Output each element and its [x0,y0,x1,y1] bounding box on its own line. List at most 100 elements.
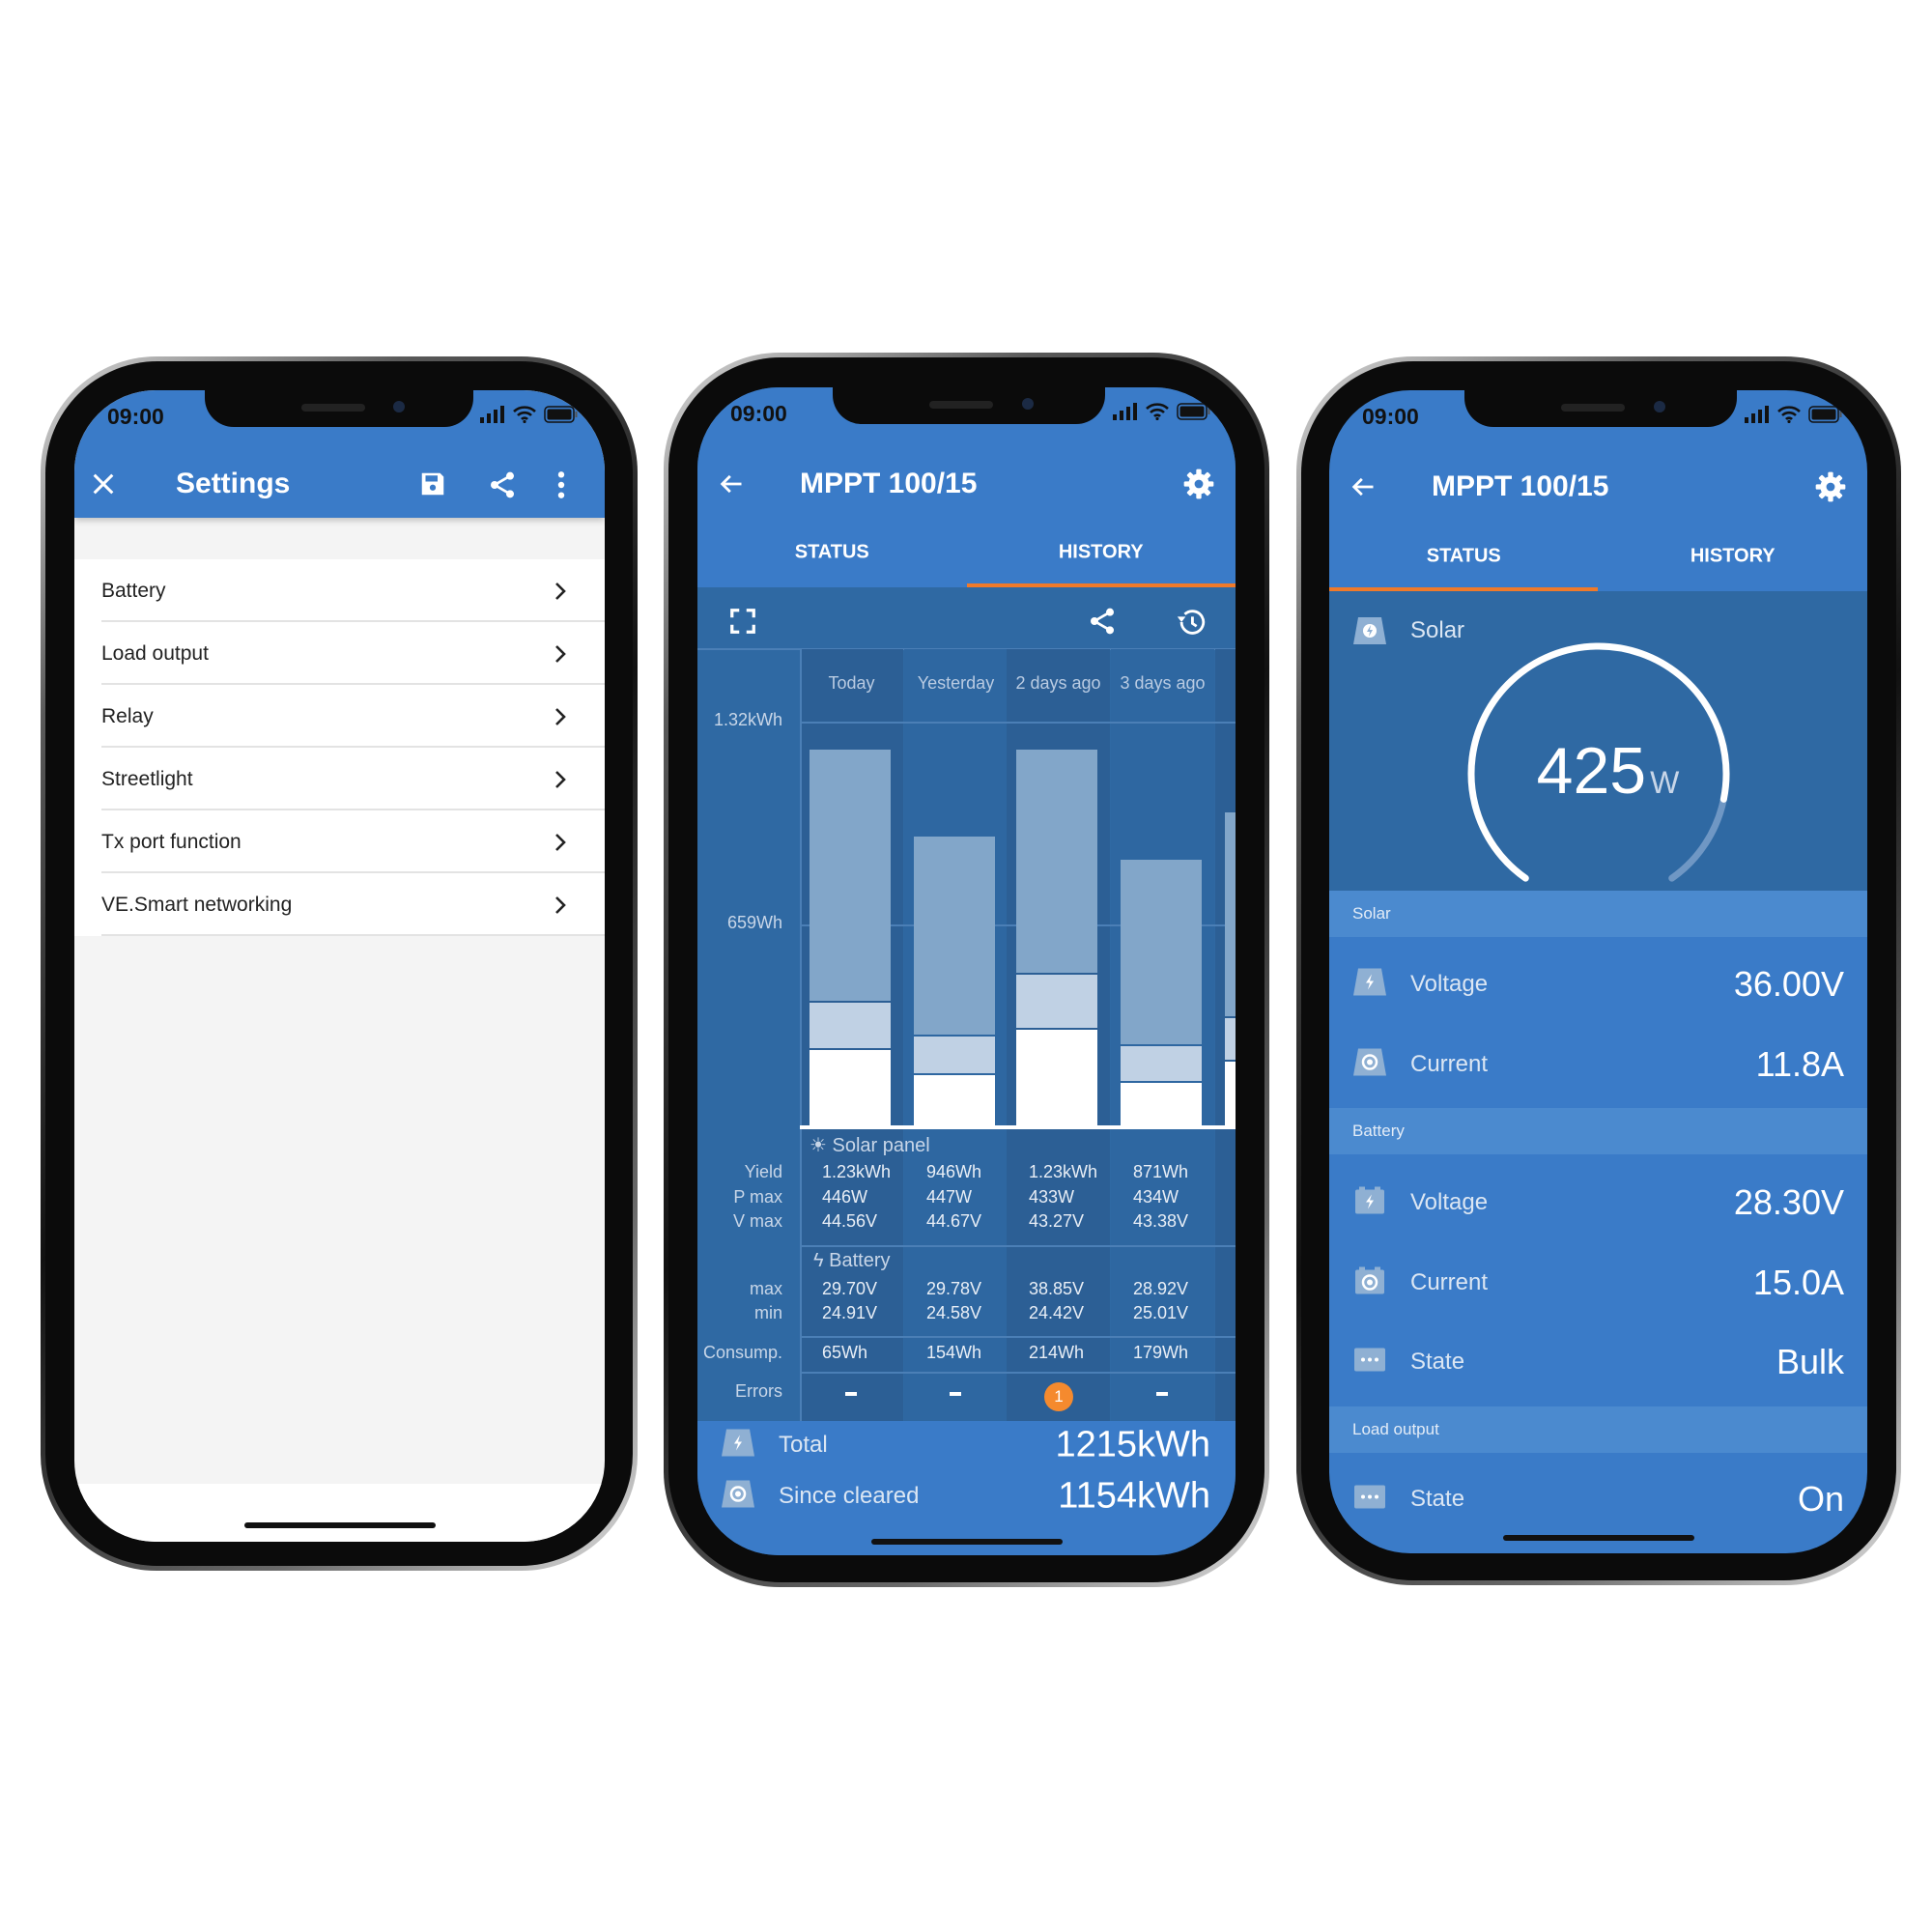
battery-bolt-icon [1352,1186,1387,1220]
tab-status[interactable]: STATUS [1329,546,1599,568]
chevron-right-icon [555,833,566,851]
x-category-label: 4 [1215,673,1236,694]
x-category-label: 3 days ago [1120,673,1206,693]
table-cell: 24.42V [1029,1303,1085,1322]
total-value: 1154kWh [1058,1475,1210,1517]
bar-segment[interactable] [1016,1030,1097,1125]
error-count: 1 [1054,1387,1064,1406]
bar-segment[interactable] [810,1003,891,1049]
table-divider [800,1336,1236,1338]
table-cell: 179Wh [1133,1343,1189,1362]
row-label: Consump. [702,1343,782,1362]
bar-segment[interactable] [810,1050,891,1125]
table-divider [800,1245,1236,1247]
bolt-icon [721,1429,755,1463]
chevron-right-icon [555,770,566,788]
settings-item-label: Relay [101,704,154,727]
status-row-label: Voltage [1410,971,1489,997]
status-icons [480,406,579,423]
signal-icon [480,406,504,423]
bar-segment[interactable] [914,837,995,1035]
table-cell: 1.23kWh [822,1162,892,1181]
wifi-icon [513,406,536,423]
bar-segment[interactable] [1225,1061,1236,1125]
settings-screen: 09:00 Settings Battery Load output Relay St… [74,390,605,1542]
status-time: 09:00 [1362,404,1419,429]
status-row-label: Current [1410,1269,1489,1295]
bar-segment[interactable] [1121,1082,1202,1125]
home-indicator[interactable] [1502,1535,1694,1541]
table-cell: 434W [1133,1187,1179,1207]
home-indicator[interactable] [243,1522,436,1528]
no-error-dash [845,1392,857,1396]
section-header: Solar [1329,891,1867,937]
battery-heading: ϟ Battery [813,1250,891,1272]
history-chart: 659Wh 1.32kWh Today Yesterday 2 days ago 3 da… [697,387,1236,1555]
settings-item[interactable]: Battery [74,559,605,622]
settings-gear-icon[interactable] [1815,471,1846,502]
status-row-label: State [1410,1349,1465,1375]
more-options-icon[interactable] [555,469,567,500]
settings-item-label: Tx port function [101,830,242,853]
table-cell: 43.27V [1029,1211,1085,1231]
battery-target-icon [1352,1266,1387,1300]
status-row-value: Bulk [1776,1342,1844,1381]
bar-segment[interactable] [1225,812,1236,1017]
row-label: Yield [744,1162,782,1181]
battery-status-icon [1808,406,1842,423]
solar-title: Solar [1410,617,1465,643]
settings-item[interactable]: Load output [74,622,605,685]
bar-segment[interactable] [1225,1018,1236,1060]
status-screen: 09:00 MPPT 100/15 STATUS HISTORY Solar 4… [1329,390,1867,1553]
section-header: Battery [1329,1108,1867,1154]
chevron-right-icon [555,644,566,663]
bar-segment[interactable] [1121,1046,1202,1081]
x-category-label: Today [828,673,875,693]
sun-icon: ☀ [810,1135,827,1156]
bar-segment[interactable] [1016,749,1097,974]
status-row-value: On [1797,1479,1844,1519]
table-cell: 44.67V [926,1211,982,1231]
gauge-unit: W [1650,765,1680,800]
status-icons [1745,406,1843,423]
y-tick-label: 1.32kWh [713,710,782,729]
status-row-label: Current [1410,1051,1489,1077]
home-indicator[interactable] [870,1539,1063,1545]
status-row-label: State [1410,1486,1465,1512]
settings-item[interactable]: Relay [74,685,605,748]
table-cell: 29.78V [926,1279,982,1298]
table-cell: 154Wh [926,1343,982,1362]
status-row-value: 28.30V [1733,1182,1844,1222]
back-arrow-icon[interactable] [1349,473,1378,500]
bar-segment[interactable] [1016,975,1097,1029]
y-tick-label: 659Wh [726,913,782,933]
chart-axis-divider [800,649,802,1421]
settings-item[interactable]: VE.Smart networking [74,873,605,936]
table-cell: 24.91V [822,1303,878,1322]
total-value: 1215kWh [1055,1424,1210,1465]
table-cell: 65Wh [822,1343,868,1362]
wifi-icon [1777,406,1801,423]
status-row-value: 36.00V [1733,964,1844,1004]
row-label: max [749,1279,782,1298]
battery-title: Battery [829,1250,891,1271]
settings-item[interactable]: Tx port function [74,810,605,873]
table-cell: 38.85V [1029,1279,1085,1298]
x-category-label: Yesterday [917,673,995,693]
table-cell: 24.58V [926,1303,982,1322]
save-icon[interactable] [418,469,447,498]
status-row-value: 15.0A [1752,1263,1844,1302]
error-badge[interactable]: 1 [1044,1382,1073,1411]
bar-segment[interactable] [914,1036,995,1073]
bar-segment[interactable] [810,749,891,1002]
no-error-dash [1156,1392,1168,1396]
close-icon[interactable] [90,470,117,497]
tab-history[interactable]: HISTORY [1599,546,1868,568]
share-icon[interactable] [487,469,518,500]
settings-item[interactable]: Streetlight [74,748,605,810]
bar-segment[interactable] [914,1074,995,1125]
row-label: Errors [735,1381,782,1401]
bar-segment[interactable] [1121,859,1202,1044]
chevron-right-icon [555,582,566,600]
target-icon [1352,1048,1387,1082]
